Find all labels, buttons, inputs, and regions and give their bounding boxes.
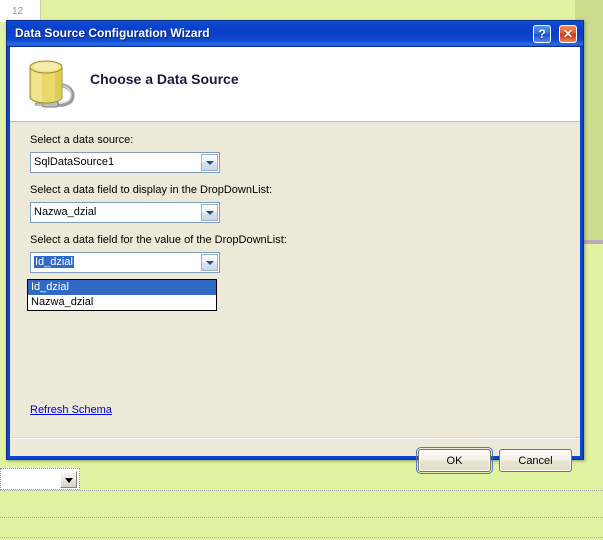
dialog-titlebar[interactable]: Data Source Configuration Wizard ? ✕ [7, 21, 583, 47]
close-button[interactable]: ✕ [559, 25, 577, 43]
designer-guide-line [0, 490, 603, 491]
value-field-combo[interactable]: Id_dzial [30, 252, 220, 273]
ok-button[interactable]: OK [416, 447, 493, 474]
value-field-dropdown-list[interactable]: Id_dzial Nazwa_dzial [27, 279, 217, 311]
dropdown-item[interactable]: Nazwa_dzial [28, 295, 216, 310]
dropdownlist-control-button[interactable] [60, 471, 77, 488]
dialog-banner: Choose a Data Source [10, 47, 580, 122]
data-source-configuration-wizard-dialog: Data Source Configuration Wizard ? ✕ Cho… [6, 20, 584, 474]
close-icon: ✕ [562, 27, 574, 41]
chevron-down-icon [205, 210, 214, 215]
designer-guide-line [0, 537, 603, 538]
banner-heading: Choose a Data Source [90, 71, 239, 87]
help-button[interactable]: ? [533, 25, 551, 43]
data-source-combo[interactable]: SqlDataSource1 [30, 152, 220, 173]
question-mark-icon: ? [538, 27, 546, 41]
display-field-combo-value: Nazwa_dzial [34, 206, 97, 218]
display-field-label: Select a data field to display in the Dr… [30, 184, 273, 196]
cancel-button[interactable]: Cancel [499, 449, 572, 472]
refresh-schema-link[interactable]: Refresh Schema [30, 404, 112, 416]
gutter-line-number: 12 [12, 6, 24, 17]
designer-guide-line [0, 517, 603, 518]
dialog-title: Data Source Configuration Wizard [15, 26, 210, 40]
database-plug-icon [29, 60, 75, 108]
dropdownlist-control[interactable] [0, 468, 80, 490]
data-source-combo-button[interactable] [201, 154, 218, 171]
value-field-combo-value: Id_dzial [34, 256, 74, 268]
dropdown-item[interactable]: Id_dzial [28, 280, 216, 295]
value-field-combo-button[interactable] [201, 254, 218, 271]
data-source-combo-value: SqlDataSource1 [34, 156, 115, 168]
value-field-label: Select a data field for the value of the… [30, 234, 287, 246]
display-field-combo[interactable]: Nazwa_dzial [30, 202, 220, 223]
footer-separator [10, 437, 580, 439]
data-source-label: Select a data source: [30, 134, 134, 146]
chevron-down-icon [205, 160, 214, 165]
chevron-down-icon [65, 478, 73, 483]
chevron-down-icon [205, 260, 214, 265]
display-field-combo-button[interactable] [201, 204, 218, 221]
